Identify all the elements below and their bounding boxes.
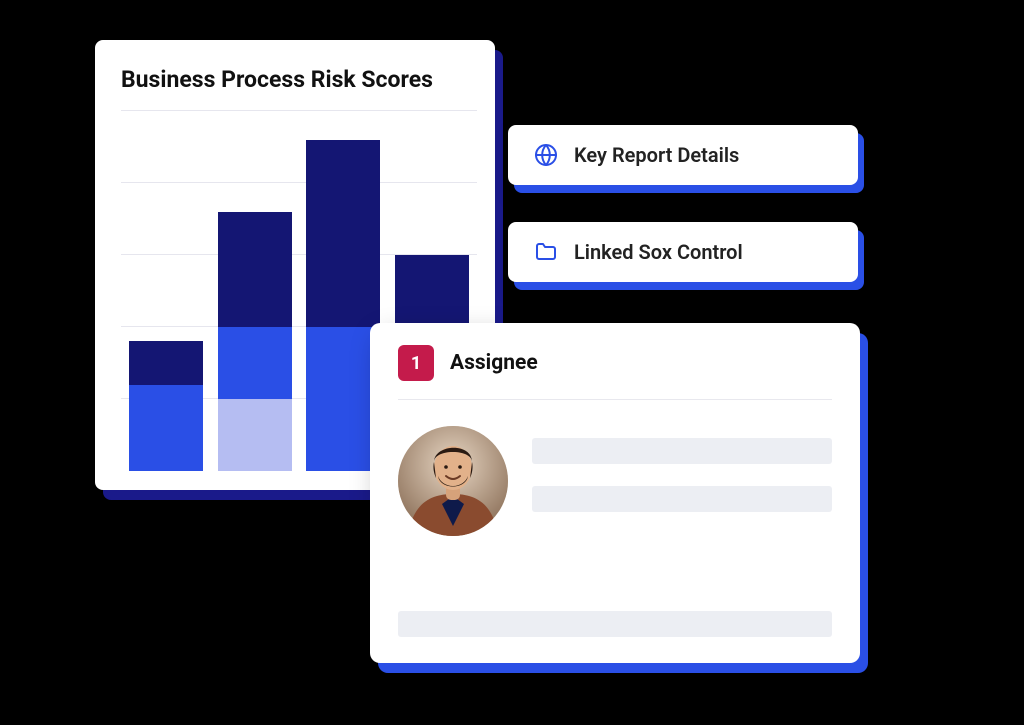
assignee-header: 1 Assignee: [398, 345, 832, 400]
chart-bar-segment: [218, 327, 292, 399]
folder-icon: [534, 240, 558, 264]
chart-bar-segment: [129, 341, 203, 384]
assignee-card: 1 Assignee: [370, 323, 860, 663]
linked-sox-control-card[interactable]: Linked Sox Control: [508, 222, 858, 282]
assignee-detail-lines: [532, 426, 832, 607]
chart-title: Business Process Risk Scores: [121, 66, 477, 93]
globe-icon: [534, 143, 558, 167]
assignee-line-1: [532, 438, 832, 464]
chart-bar-segment: [129, 385, 203, 471]
chart-bar[interactable]: [218, 212, 292, 471]
chart-bar-segment: [306, 140, 380, 327]
linked-sox-label: Linked Sox Control: [574, 240, 743, 264]
assignee-line-2: [532, 486, 832, 512]
assignee-title: Assignee: [450, 351, 538, 375]
chart-bar[interactable]: [129, 341, 203, 471]
key-report-label: Key Report Details: [574, 143, 739, 167]
chart-bar-segment: [218, 399, 292, 471]
assignee-count-badge: 1: [398, 345, 434, 381]
assignee-line-3: [398, 611, 832, 637]
assignee-avatar[interactable]: [398, 426, 508, 536]
assignee-body: [398, 400, 832, 607]
key-report-details-card[interactable]: Key Report Details: [508, 125, 858, 185]
chart-bar-segment: [218, 212, 292, 327]
